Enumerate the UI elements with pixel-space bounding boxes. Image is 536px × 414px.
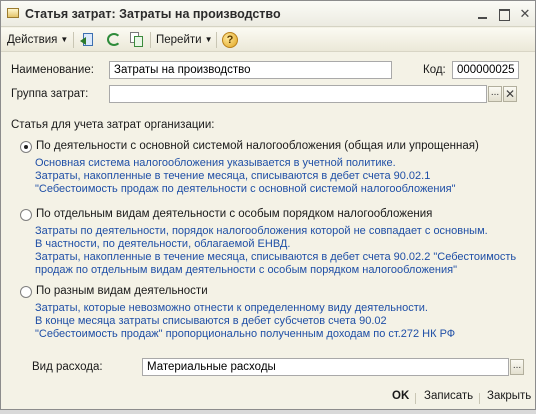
actions-menu-button[interactable]: Действия ▼ [7,31,68,49]
save-button[interactable]: Записать [424,390,473,402]
section-label: Статья для учета затрат организации: [11,119,215,131]
form-icon [7,8,19,18]
refresh-icon[interactable] [105,31,123,49]
minimize-icon[interactable] [475,6,491,21]
radio-various-activities[interactable] [20,286,32,298]
title-bar[interactable]: Статья затрат: Затраты на производство ✕ [1,1,535,27]
option-various-description-line: "Себестоимость продаж" пропорционально п… [35,328,456,340]
copy-icon[interactable] [128,31,146,49]
chevron-down-icon: ▼ [60,35,69,44]
toolbar: Действия ▼ Перейти ▼ ? [1,28,535,52]
option-various-description-line: Затраты, которые невозможно отнести к оп… [35,302,428,314]
group-field[interactable] [109,85,487,103]
post-document-icon[interactable] [79,31,97,49]
option-special-description-line: продаж по отдельным видам деятельности с… [35,264,457,276]
close-button[interactable]: Закрыть [487,390,531,402]
toolbar-separator [150,32,151,48]
option-main-description-line: Затраты, накопленные в течение месяца, с… [35,170,431,182]
option-special-description-line: Затраты по деятельности, порядок налогоо… [35,225,488,237]
group-clear-icon[interactable]: ✕ [503,86,517,102]
name-field[interactable]: Затраты на производство [109,61,392,79]
group-label: Группа затрат: [11,88,89,100]
option-main-taxation-label[interactable]: По деятельности с основной системой нало… [36,140,479,152]
background-strip [0,410,536,414]
radio-main-taxation[interactable] [20,141,32,153]
option-special-description-line: Затраты, накопленные в течение месяца, с… [35,251,517,263]
expense-select-button[interactable]: ... [510,359,524,375]
maximize-icon[interactable] [496,6,512,21]
option-special-description-line: В частности, по деятельности, облагаемой… [35,238,291,250]
chevron-down-icon: ▼ [204,35,213,44]
cost-item-window: Статья затрат: Затраты на производство ✕… [0,0,536,410]
close-icon[interactable]: ✕ [517,6,533,21]
goto-menu-label: Перейти [156,34,202,46]
toolbar-separator [216,32,217,48]
option-main-description-line: Основная система налогообложения указыва… [35,157,396,169]
goto-menu-button[interactable]: Перейти ▼ [156,31,213,49]
ok-button[interactable]: OK [392,390,409,402]
group-select-button[interactable]: ... [488,86,502,102]
footer-separator [415,393,416,404]
actions-menu-label: Действия [7,34,58,46]
toolbar-separator [73,32,74,48]
option-main-description-line: "Себестоимость продаж по деятельности с … [35,183,456,195]
window-title: Статья затрат: Затраты на производство [25,7,281,21]
help-icon[interactable]: ? [221,31,239,49]
option-special-taxation-label[interactable]: По отдельным видам деятельности с особым… [36,208,432,220]
footer-separator [479,393,480,404]
name-label: Наименование: [11,64,94,76]
radio-special-taxation[interactable] [20,209,32,221]
code-field[interactable]: 000000025 [452,61,519,79]
option-various-activities-label[interactable]: По разным видам деятельности [36,285,208,297]
option-various-description-line: В конце месяца затраты списываются в деб… [35,315,387,327]
expense-type-label: Вид расхода: [32,361,103,373]
expense-type-field[interactable]: Материальные расходы [142,358,509,376]
code-label: Код: [423,64,446,76]
